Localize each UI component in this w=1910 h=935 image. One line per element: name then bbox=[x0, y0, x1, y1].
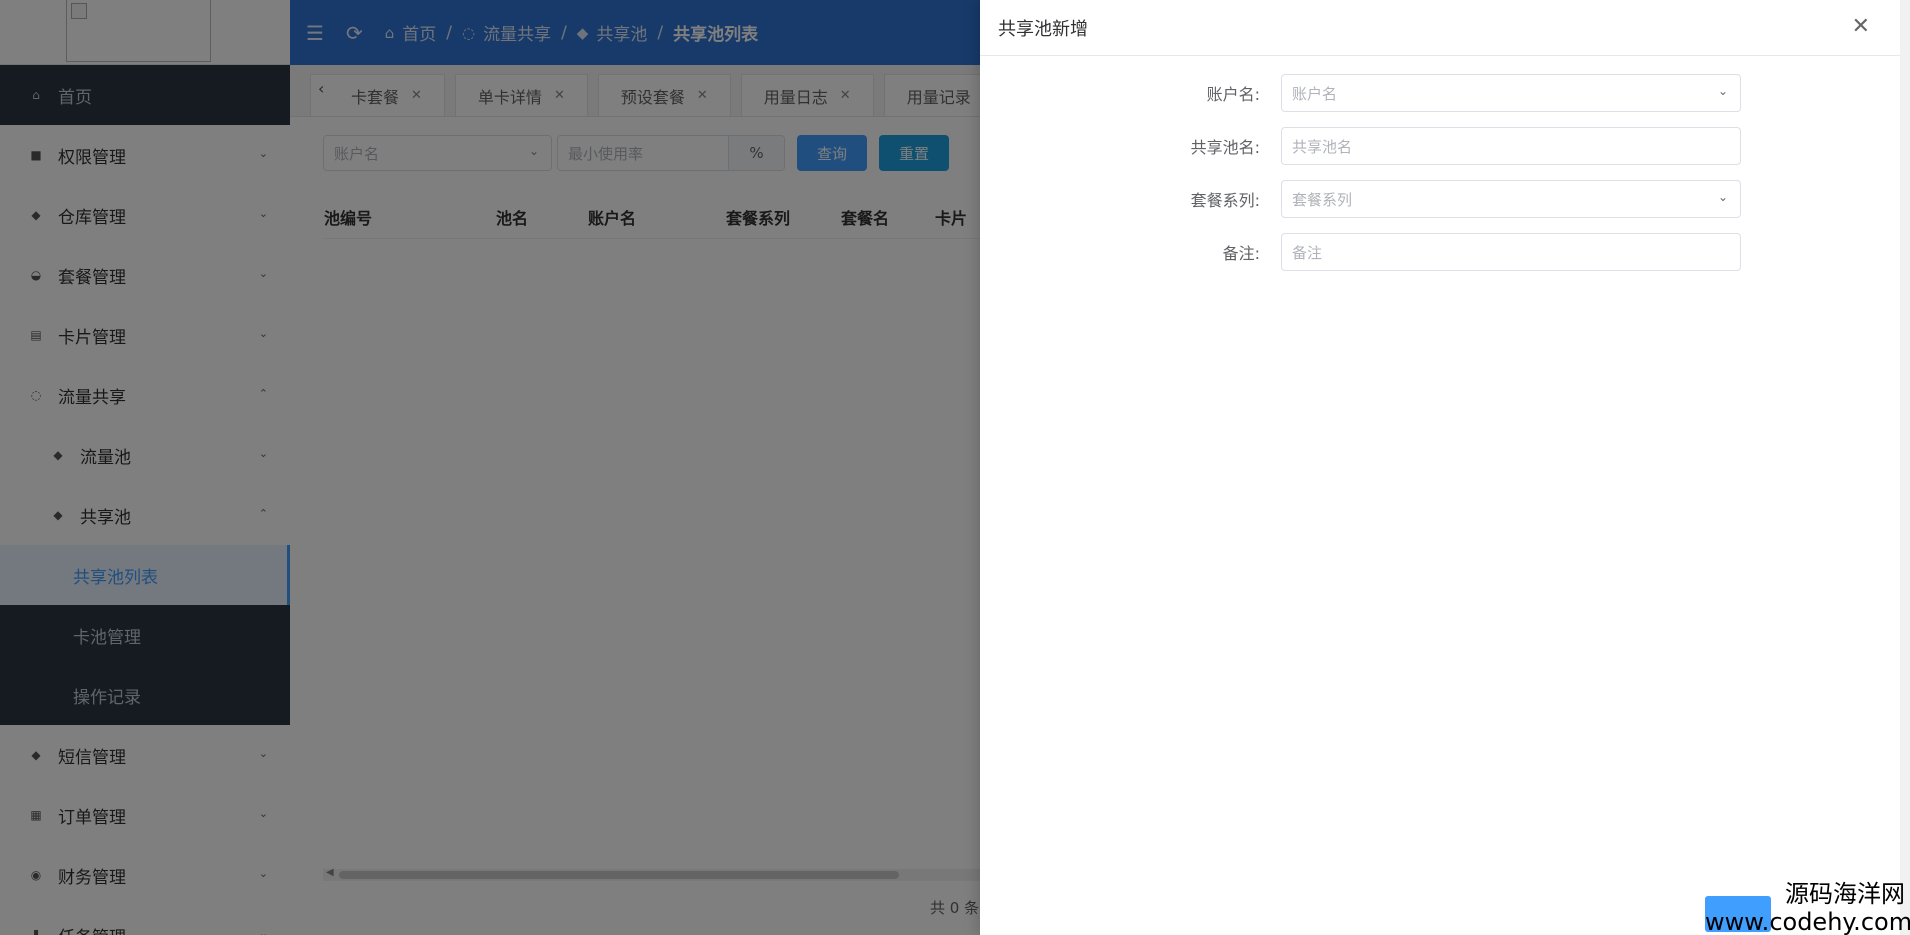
account-select-field[interactable]: 账户名 ⌄ bbox=[1281, 74, 1741, 112]
field-label-account: 账户名: bbox=[1206, 85, 1260, 104]
chevron-down-icon: ⌄ bbox=[1717, 84, 1728, 98]
field-label-pool-name: 共享池名: bbox=[1190, 138, 1260, 157]
remark-input[interactable]: 备注 bbox=[1281, 233, 1741, 271]
drawer-header: 共享池新增 ✕ bbox=[980, 0, 1900, 56]
field-label-package-series: 套餐系列: bbox=[1190, 191, 1260, 210]
drawer-title: 共享池新增 bbox=[998, 18, 1088, 40]
drawer-scrollbar[interactable] bbox=[1900, 0, 1910, 935]
field-label-remark: 备注: bbox=[1222, 244, 1260, 263]
modal-mask[interactable] bbox=[0, 0, 980, 935]
watermark: 源码海洋网 www.codehy.com bbox=[1705, 880, 1910, 935]
pool-name-input[interactable]: 共享池名 bbox=[1281, 127, 1741, 165]
package-series-select[interactable]: 套餐系列 ⌄ bbox=[1281, 180, 1741, 218]
chevron-down-icon: ⌄ bbox=[1717, 190, 1728, 204]
close-icon[interactable]: ✕ bbox=[1852, 14, 1870, 39]
